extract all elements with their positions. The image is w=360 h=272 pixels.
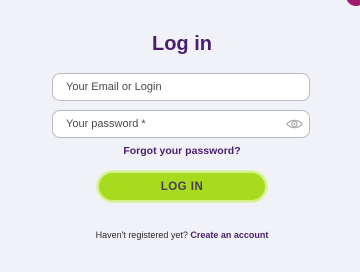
corner-accent xyxy=(346,0,360,6)
email-field-container xyxy=(52,73,310,101)
page-title: Log in xyxy=(152,33,212,55)
register-prompt-text: Haven't registered yet? xyxy=(95,230,188,240)
password-input[interactable] xyxy=(53,111,309,137)
login-button[interactable]: LOG IN xyxy=(97,171,267,202)
password-field-container xyxy=(52,110,310,138)
forgot-password-link[interactable]: Forgot your password? xyxy=(0,145,360,157)
register-prompt: Haven't registered yet? Create an accoun… xyxy=(0,230,360,240)
create-account-link[interactable]: Create an account xyxy=(190,230,268,240)
eye-icon[interactable] xyxy=(286,118,303,130)
email-input[interactable] xyxy=(53,74,309,100)
